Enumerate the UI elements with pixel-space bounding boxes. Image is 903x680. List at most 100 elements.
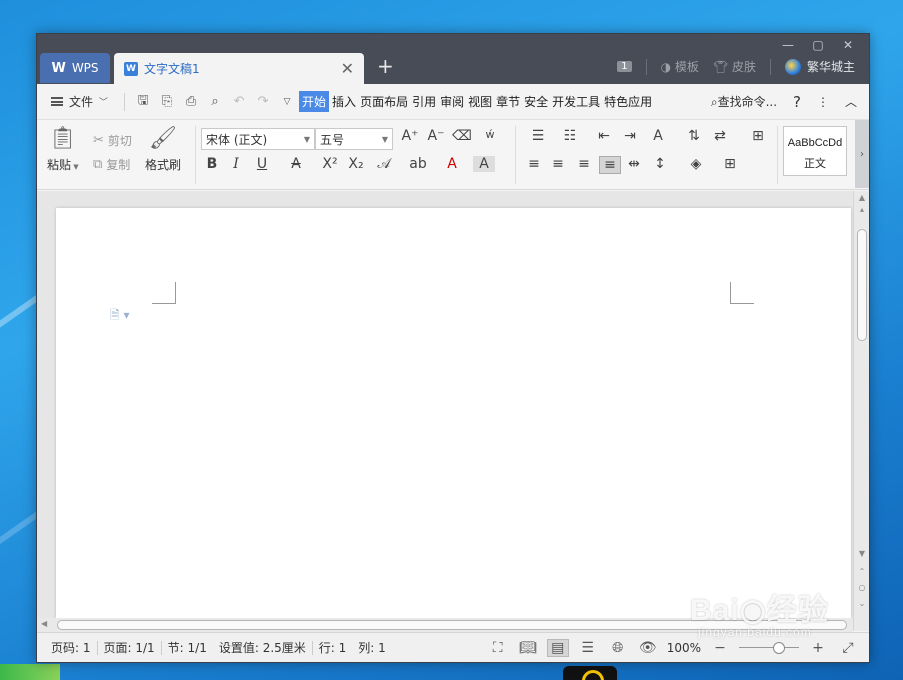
ribbon-scroll-right[interactable]: › <box>855 120 869 188</box>
tab-document[interactable]: W 文字文稿1 ✕ <box>114 53 364 84</box>
status-section[interactable]: 节: 1/1 <box>162 639 213 656</box>
status-setting[interactable]: 设置值: 2.5厘米 <box>213 639 312 656</box>
tab-references[interactable]: 引用 <box>411 91 437 112</box>
customize-toolbar-icon[interactable]: ▽ <box>275 97 299 107</box>
borders-icon[interactable]: ⊞ <box>719 156 741 172</box>
collapse-ribbon-icon[interactable]: ︿ <box>845 93 857 110</box>
justify-icon[interactable]: ≡ <box>599 156 621 174</box>
more-options-icon[interactable]: ⋮ <box>817 95 829 109</box>
font-name-select[interactable]: 宋体 (正文) ▼ <box>201 128 315 150</box>
bullet-list-icon[interactable]: ☰ <box>527 128 549 144</box>
file-menu[interactable]: 文件 ﹀ <box>51 93 108 110</box>
tab-section[interactable]: 章节 <box>495 91 521 112</box>
tab-security[interactable]: 安全 <box>523 91 549 112</box>
table-border-icon[interactable]: ⊞ <box>747 128 769 144</box>
highlight-icon[interactable]: ab <box>407 156 429 172</box>
skin-button[interactable]: 👕︎ 皮肤 <box>713 58 756 75</box>
style-normal[interactable]: AaBbCcDd 正文 <box>783 126 847 176</box>
export-pdf-icon[interactable]: ⎘ <box>155 94 179 109</box>
tab-view[interactable]: 视图 <box>467 91 493 112</box>
zoom-out-icon[interactable]: − <box>709 640 731 656</box>
sort-icon[interactable]: ⇅ <box>683 128 705 144</box>
eye-protection-icon[interactable]: 👁︎ <box>637 640 659 656</box>
print-icon[interactable]: ⎙ <box>179 94 203 109</box>
status-column[interactable]: 列: 1 <box>352 639 392 656</box>
maximize-button[interactable]: ▢ <box>803 36 833 54</box>
scroll-up-icon[interactable]: ▴ <box>854 205 870 214</box>
status-row[interactable]: 行: 1 <box>313 639 353 656</box>
tab-special-features[interactable]: 特色应用 <box>603 91 653 112</box>
scroll-up-icon[interactable]: ▲ <box>854 193 870 202</box>
zoom-slider[interactable] <box>739 642 799 654</box>
subscript-icon[interactable]: X₂ <box>345 156 367 172</box>
font-size-select[interactable]: 五号 ▼ <box>315 128 393 150</box>
print-preview-icon[interactable]: ⌕ <box>203 94 227 109</box>
line-spacing-icon[interactable]: ↕ <box>649 156 671 172</box>
tab-developer[interactable]: 开发工具 <box>551 91 601 112</box>
underline-icon[interactable]: U <box>251 156 273 172</box>
italic-icon[interactable]: I <box>225 156 247 172</box>
numbered-list-icon[interactable]: ☷ <box>559 128 581 144</box>
vertical-scroll-thumb[interactable] <box>857 229 867 341</box>
font-color-icon[interactable]: A <box>441 156 463 172</box>
prev-page-icon[interactable]: ⌃ <box>854 567 870 576</box>
grow-font-icon[interactable]: A⁺ <box>399 128 421 144</box>
shrink-font-icon[interactable]: A⁻ <box>425 128 447 144</box>
align-right-icon[interactable]: ≡ <box>573 156 595 172</box>
fit-page-icon[interactable]: ⤢ <box>837 640 859 656</box>
format-painter-button[interactable]: 🖌︎ 格式刷 <box>145 126 181 173</box>
close-window-button[interactable]: ✕ <box>833 36 863 54</box>
document-page[interactable]: 🗎︎ ▾ <box>56 208 851 618</box>
bold-icon[interactable]: B <box>201 156 223 172</box>
shading-icon[interactable]: ◈ <box>685 156 707 172</box>
paragraph-options-icon[interactable]: 🗎︎ ▾ <box>110 306 130 327</box>
outline-view-icon[interactable]: ☰ <box>577 640 599 656</box>
vertical-scrollbar[interactable]: ▲ ▴ ▼ ⌃ ○ ⌄ <box>853 191 869 631</box>
status-pages[interactable]: 页面: 1/1 <box>98 639 161 656</box>
select-browse-icon[interactable]: ○ <box>854 583 870 592</box>
paste-button[interactable]: 📋︎ 粘贴 ▼ <box>47 126 79 173</box>
help-button[interactable]: ? <box>793 93 801 111</box>
decrease-indent-icon[interactable]: ⇤ <box>593 128 615 144</box>
phonetic-guide-icon[interactable]: ẃ <box>479 128 501 141</box>
superscript-icon[interactable]: X² <box>319 156 341 172</box>
tab-wps-home[interactable]: W WPS <box>40 53 110 83</box>
cut-button[interactable]: ✂ 剪切 <box>93 128 132 152</box>
scroll-left-icon[interactable]: ◀ <box>41 619 47 628</box>
undo-icon[interactable]: ↶ <box>227 94 251 109</box>
command-search[interactable]: ⌕查找命令... <box>711 93 777 110</box>
close-tab-icon[interactable]: ✕ <box>341 59 354 78</box>
scroll-down-icon[interactable]: ▼ <box>854 549 870 558</box>
tab-page-layout[interactable]: 页面布局 <box>359 91 409 112</box>
save-icon[interactable]: 🖫︎ <box>131 91 155 113</box>
text-direction-icon[interactable]: A <box>647 128 669 144</box>
template-button[interactable]: ◑ 模板 <box>661 58 699 75</box>
minimize-button[interactable]: — <box>773 36 803 54</box>
show-marks-icon[interactable]: ⇄ <box>709 128 731 144</box>
align-left-icon[interactable]: ≡ <box>523 156 545 172</box>
page-view-icon[interactable]: ▤ <box>546 638 569 657</box>
clear-format-icon[interactable]: ⌫ <box>451 128 473 144</box>
zoom-level[interactable]: 100% <box>667 641 701 655</box>
distributed-icon[interactable]: ⇹ <box>623 156 645 172</box>
taskbar-app-icon[interactable] <box>563 666 617 680</box>
char-shading-icon[interactable]: A <box>473 156 495 172</box>
web-view-icon[interactable]: 🌐︎ <box>607 640 629 656</box>
align-center-icon[interactable]: ≡ <box>547 156 569 172</box>
increase-indent-icon[interactable]: ⇥ <box>619 128 641 144</box>
tab-insert[interactable]: 插入 <box>331 91 357 112</box>
copy-button[interactable]: ⧉ 复制 <box>93 152 132 176</box>
fullscreen-icon[interactable]: ⛶ <box>487 640 509 656</box>
user-account[interactable]: 繁华城主 <box>784 58 855 75</box>
redo-icon[interactable]: ↷ <box>251 94 275 109</box>
tab-home[interactable]: 开始 <box>299 91 330 112</box>
text-effect-icon[interactable]: 𝒜 <box>373 156 395 172</box>
next-page-icon[interactable]: ⌄ <box>854 599 870 608</box>
tab-review[interactable]: 审阅 <box>439 91 465 112</box>
reading-mode-icon[interactable]: 📖︎ <box>517 640 539 656</box>
status-page-number[interactable]: 页码: 1 <box>45 639 97 656</box>
zoom-in-icon[interactable]: + <box>807 640 829 656</box>
notification-badge[interactable]: 1 <box>617 61 632 72</box>
new-tab-button[interactable]: + <box>377 54 394 78</box>
strikethrough-icon[interactable]: A <box>285 156 307 172</box>
